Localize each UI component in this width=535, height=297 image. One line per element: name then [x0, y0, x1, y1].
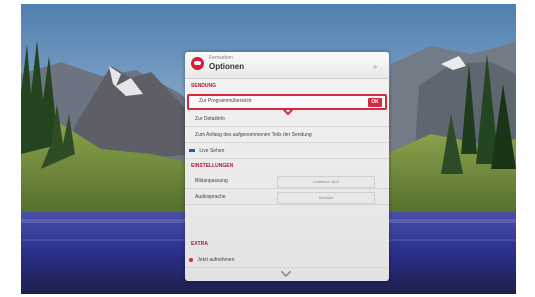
menu-item-bildanpassung[interactable]: Bildanpassung Letterbox 16:9: [185, 174, 389, 189]
scroll-down-icon[interactable]: [281, 271, 291, 277]
menu-header: Fernsehen Optionen »: [185, 52, 389, 79]
audiosprache-value: Deutsch: [277, 192, 375, 204]
menu-title: Optionen: [209, 62, 245, 71]
menu-item-label: Zur Detailinfo: [195, 116, 225, 122]
section-header-extra: EXTRA: [191, 241, 208, 247]
menu-item-label: Live Sehen: [199, 148, 225, 154]
menu-item-programmuebersicht[interactable]: Zur Programmübersicht OK: [187, 94, 387, 115]
menu-item-label: Zur Programmübersicht: [199, 98, 252, 104]
menu-item-live-sehen[interactable]: Live Sehen: [185, 144, 389, 159]
section-header-sendung: SENDUNG: [191, 83, 217, 89]
options-menu-panel: Fernsehen Optionen » SENDUNG Zur Program…: [185, 52, 389, 281]
record-icon: [189, 257, 193, 262]
menu-item-detailinfo[interactable]: Zur Detailinfo: [185, 112, 389, 127]
section-header-einstellungen: EINSTELLUNGEN: [191, 163, 234, 169]
menu-item-label: Bildanpassung: [195, 178, 228, 184]
collapse-arrow-icon[interactable]: »: [373, 64, 377, 71]
menu-subtitle: Fernsehen: [209, 55, 233, 61]
menu-item-label: Zum Anfang des aufgenommenen Teils der S…: [195, 132, 312, 138]
menu-item-anfang-sendung[interactable]: Zum Anfang des aufgenommenen Teils der S…: [185, 128, 389, 143]
menu-item-label: Audiosprache: [195, 194, 226, 200]
tv-screen: Fernsehen Optionen » SENDUNG Zur Program…: [21, 4, 516, 294]
live-indicator-icon: [189, 149, 195, 153]
tv-heart-logo-icon: [191, 57, 204, 70]
bildanpassung-value: Letterbox 16:9: [277, 176, 375, 188]
menu-item-label: Jetzt aufnehmen: [197, 257, 235, 263]
ok-badge: OK: [368, 98, 382, 107]
menu-item-jetzt-aufnehmen[interactable]: Jetzt aufnehmen: [185, 253, 389, 268]
menu-item-audiosprache[interactable]: Audiosprache Deutsch: [185, 190, 389, 205]
